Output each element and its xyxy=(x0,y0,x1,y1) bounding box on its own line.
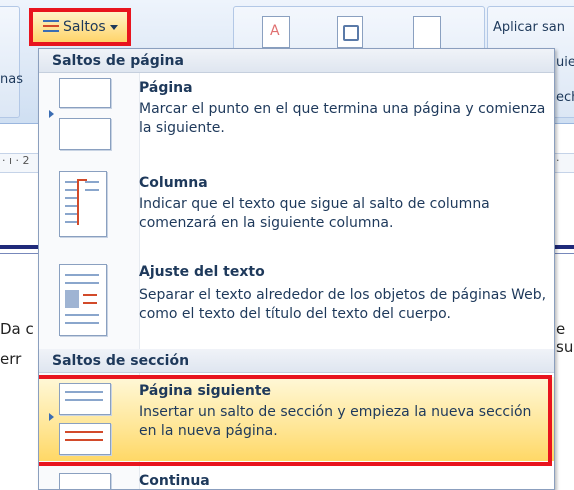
menu-item-pagina[interactable]: Página Marcar el punto en el que termina… xyxy=(39,74,554,154)
submenu-arrow-icon xyxy=(49,413,54,421)
columns-icon[interactable] xyxy=(413,16,441,50)
menu-item-title: Página xyxy=(139,80,193,96)
menu-item-ajuste-texto[interactable]: Ajuste del texto Separar el texto alrede… xyxy=(39,252,554,347)
size-icon[interactable] xyxy=(337,16,363,48)
ruler-mark: · ı · 2 xyxy=(2,154,30,167)
menu-item-continua[interactable]: Continua xyxy=(39,467,554,489)
ribbon-cut-text: uie xyxy=(556,55,574,70)
aplicar-button[interactable]: Aplicar san xyxy=(493,20,565,35)
ruler-mark: · xyxy=(556,154,560,167)
submenu-arrow-icon xyxy=(49,110,54,118)
saltos-dropdown-menu: Saltos de página Página Marcar el punto … xyxy=(38,48,555,490)
text-wrap-icon xyxy=(59,264,107,336)
menu-item-description: Marcar el punto en el que termina una pá… xyxy=(139,101,546,136)
section-header-section-breaks: Saltos de sección xyxy=(39,349,554,373)
document-text: Da c xyxy=(0,320,34,338)
section-header-page-breaks: Saltos de página xyxy=(39,49,554,73)
dropdown-caret-icon xyxy=(109,24,118,30)
column-break-icon xyxy=(59,171,107,237)
ribbon-group-left xyxy=(0,6,20,118)
menu-item-description: Indicar que el texto que sigue al salto … xyxy=(139,196,490,231)
page-break-icon xyxy=(59,78,111,150)
saltos-button[interactable]: Saltos xyxy=(29,8,131,46)
menu-item-columna[interactable]: Columna Indicar que el texto que sigue a… xyxy=(39,161,554,249)
menu-item-title: Ajuste del texto xyxy=(139,264,265,280)
breaks-icon xyxy=(39,17,61,37)
document-text: err xyxy=(0,350,22,368)
menu-item-title: Página siguiente xyxy=(139,383,272,399)
menu-item-pagina-siguiente[interactable]: Página siguiente Insertar un salto de se… xyxy=(39,377,554,461)
menu-item-description: Separar el texto alrededor de los objeto… xyxy=(139,287,547,322)
next-page-section-icon xyxy=(59,383,111,455)
continuous-section-icon xyxy=(59,473,111,489)
saltos-label: Saltos xyxy=(63,19,106,35)
document-text: e su xyxy=(556,320,574,356)
ribbon-cut-text: nas xyxy=(0,72,23,87)
ribbon-cut-text: ech xyxy=(556,90,574,105)
orientation-icon[interactable] xyxy=(262,16,290,48)
menu-item-title: Columna xyxy=(139,175,208,191)
menu-item-title: Continua xyxy=(139,473,210,489)
menu-item-description: Insertar un salto de sección y empieza l… xyxy=(139,404,532,439)
